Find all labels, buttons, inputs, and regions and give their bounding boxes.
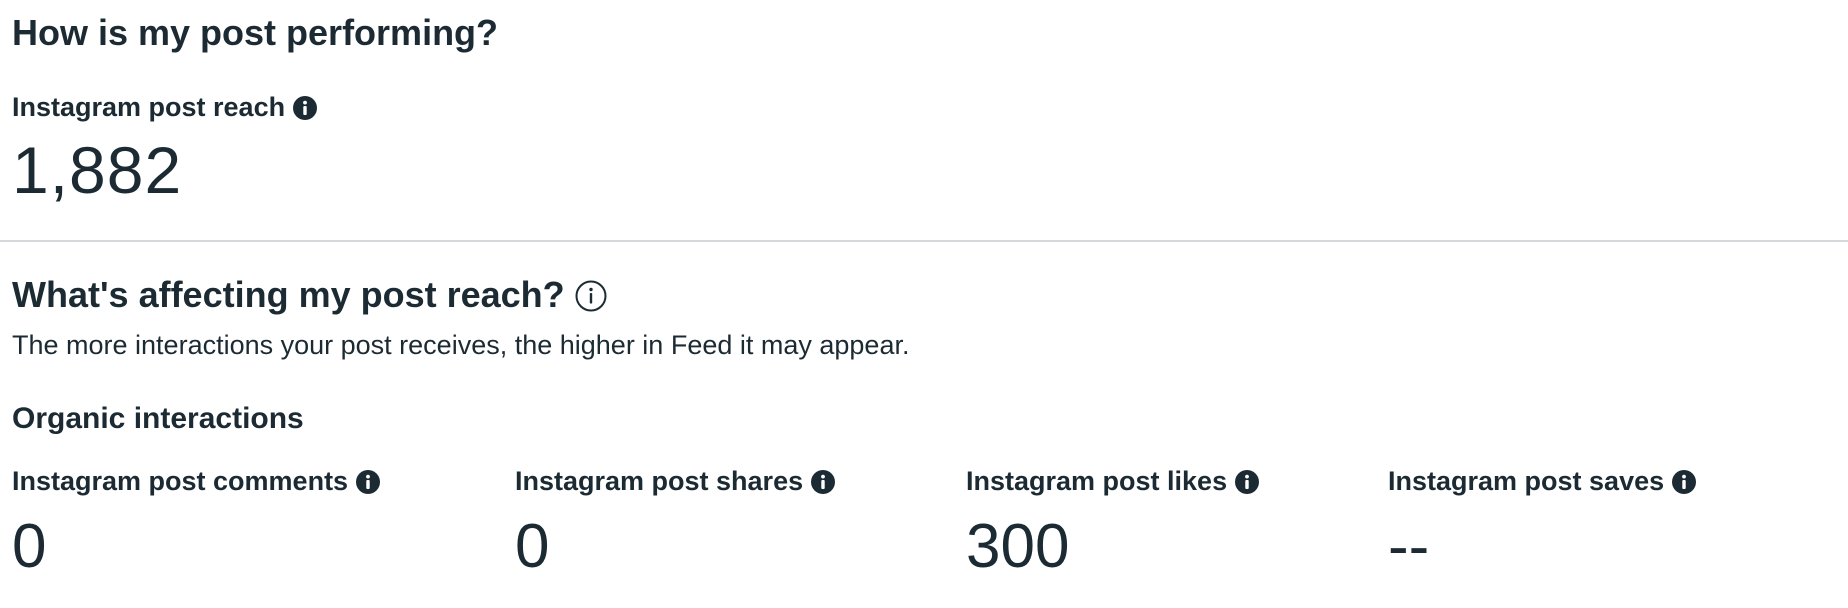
metric-likes: Instagram post likes 300 [966,466,1260,581]
info-filled-icon[interactable] [1672,469,1697,494]
info-filled-icon[interactable] [1235,469,1260,494]
info-filled-icon[interactable] [811,469,836,494]
section-divider [0,240,1848,242]
metric-label-text: Instagram post saves [1388,466,1665,496]
reach-metric-label: Instagram post reach [12,92,318,123]
reach-factors-description: The more interactions your post receives… [12,330,910,360]
metric-label: Instagram post likes [966,466,1260,497]
metric-label: Instagram post saves [1388,466,1697,497]
reach-value: 1,882 [12,133,183,207]
info-outline-icon[interactable] [575,279,607,312]
metric-label: Instagram post shares [515,466,836,497]
metric-shares: Instagram post shares 0 [515,466,836,581]
reach-label-text: Instagram post reach [12,92,286,122]
organic-interactions-title: Organic interactions [12,402,304,435]
metric-label-text: Instagram post shares [515,466,804,496]
metric-comments: Instagram post comments 0 [12,466,381,581]
metric-value: -- [1388,512,1430,581]
reach-factors-title: What's affecting my post reach? [12,274,607,316]
info-filled-icon[interactable] [293,95,318,120]
metric-label-text: Instagram post comments [12,466,349,496]
info-filled-icon[interactable] [356,469,381,494]
metric-value: 0 [12,512,47,581]
metric-label-text: Instagram post likes [966,466,1228,496]
metric-saves: Instagram post saves -- [1388,466,1697,581]
metric-value: 300 [966,512,1070,581]
reach-factors-title-text: What's affecting my post reach? [12,274,565,315]
page-title: How is my post performing? [12,12,499,53]
metric-label: Instagram post comments [12,466,381,497]
metric-value: 0 [515,512,550,581]
